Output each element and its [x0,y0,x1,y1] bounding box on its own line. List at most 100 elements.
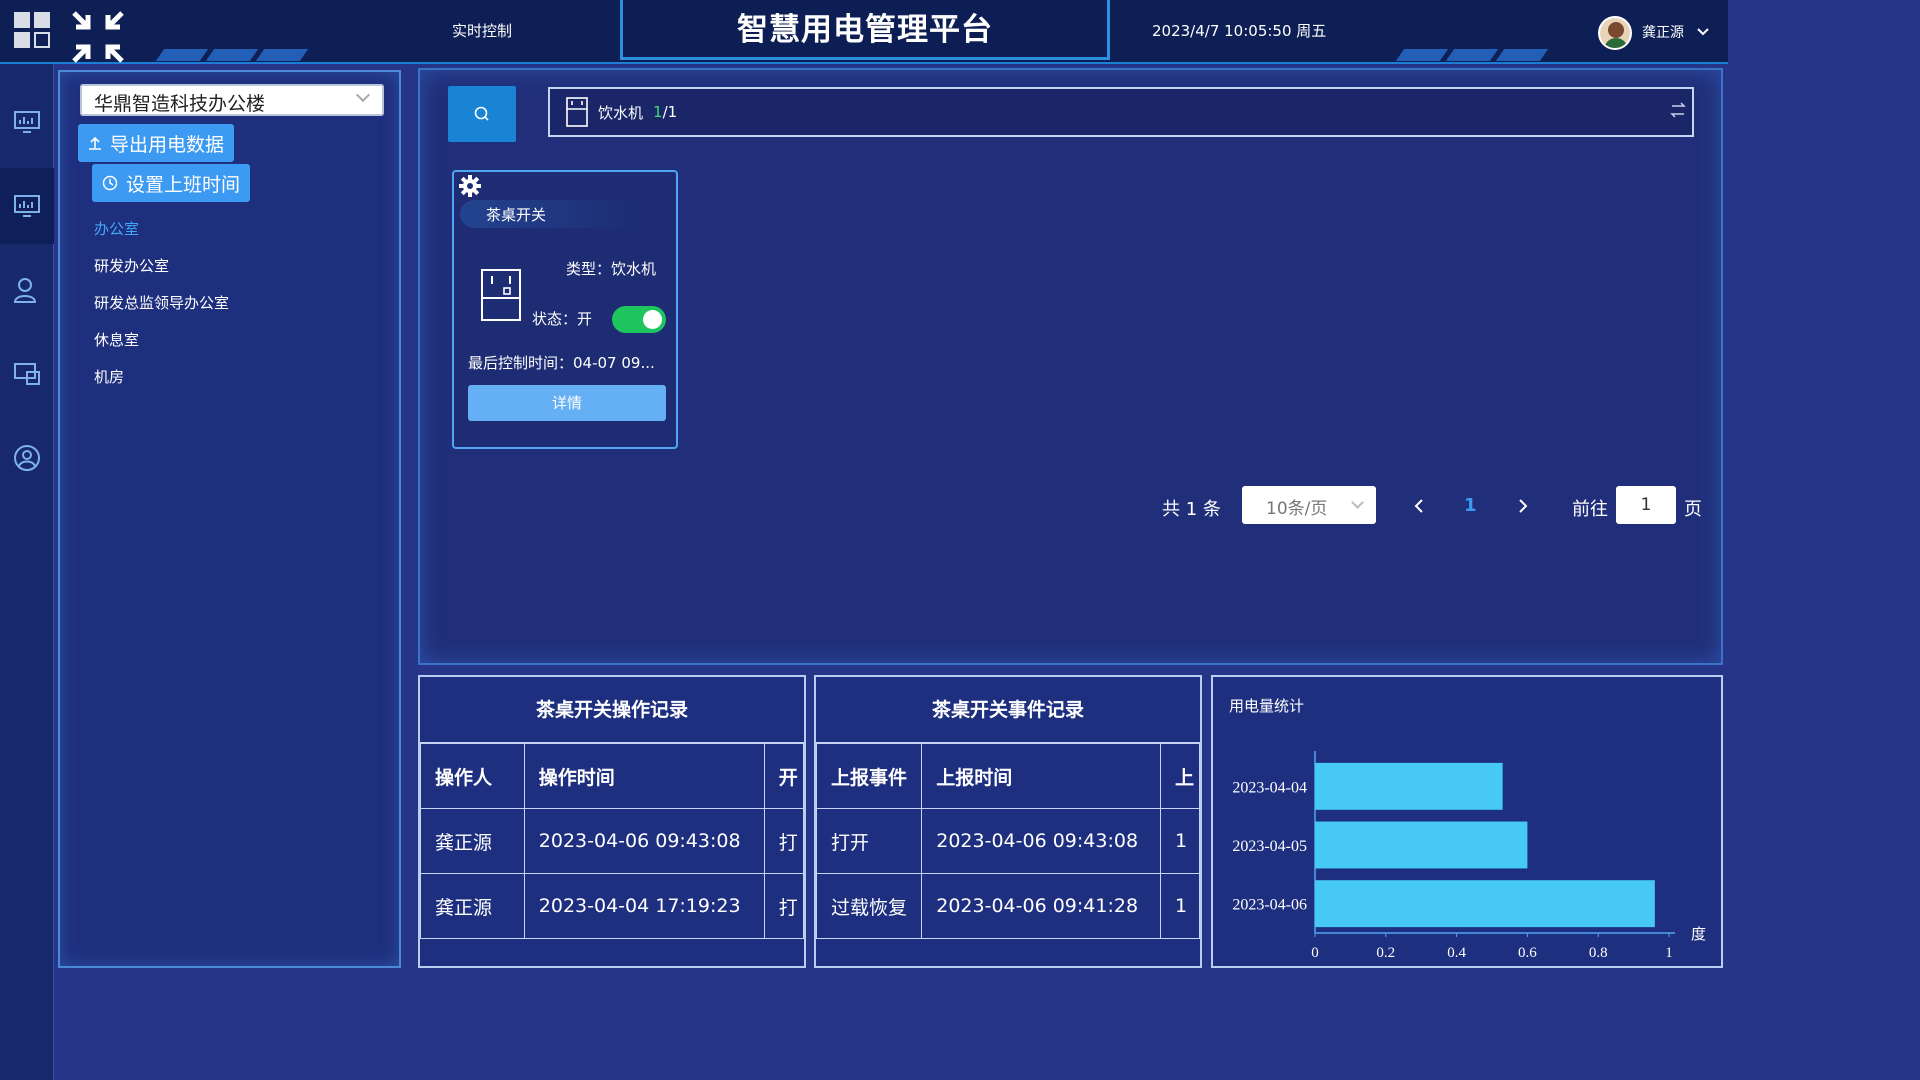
category-label: 2023-04-04 [1232,779,1307,796]
power-toggle[interactable] [612,306,666,333]
rail-account-item[interactable] [0,420,54,496]
operation-log-title: 茶桌开关操作记录 [420,677,804,743]
total-count: 共 1 条 [1162,499,1221,520]
upload-icon [89,136,101,150]
x-tick-label: 0.8 [1589,945,1608,961]
event-log-title: 茶桌开关事件记录 [816,677,1200,743]
category-label: 2023-04-06 [1232,897,1307,914]
column-header: 操作人 [420,743,525,809]
search-button[interactable] [448,86,516,142]
table-cell: 龚正源 [420,873,525,939]
page-unit: 页 [1684,499,1702,520]
rail-control-item[interactable] [0,168,54,244]
rail-users-item[interactable] [0,252,54,328]
search-icon [474,106,489,121]
monitor-chart-icon [14,111,40,133]
header-decoration [155,46,310,61]
column-header: 开 [763,743,804,809]
device-type-text: 类型：饮水机 [566,260,657,278]
rail-devices-item[interactable] [0,336,54,412]
event-log-panel: 茶桌开关事件记录 上报事件 上报时间 上 打开 2023-04-06 09:43… [814,675,1202,968]
set-worktime-label: 设置上班时间 [126,173,241,196]
table-cell: 龚正源 [420,808,525,874]
user-icon [13,278,37,303]
table-cell: 打 [763,808,804,874]
table-row: 打开 2023-04-06 09:43:08 1 [816,808,1200,874]
table-row: 龚正源 2023-04-06 09:43:08 打 [420,808,804,874]
event-log-table: 上报事件 上报时间 上 打开 2023-04-06 09:43:08 1 过载恢… [816,743,1200,939]
category-label: 2023-04-05 [1232,838,1307,855]
column-header: 操作时间 [523,743,765,809]
chart-bar [1315,880,1655,928]
last-control-time: 最后控制时间：04-07 09... [468,354,655,372]
header-decoration [1395,46,1550,61]
collapse-icon[interactable] [70,9,126,65]
table-cell: 打开 [816,808,923,874]
datetime-display: 2023/4/7 10:05:50 周五 [1152,22,1327,40]
tree-item-rd-office[interactable]: 研发办公室 [94,255,169,276]
page-size-select[interactable]: 10条/页 [1242,486,1376,524]
table-cell: 过载恢复 [816,873,923,939]
tree-item-lounge[interactable]: 休息室 [94,329,139,350]
rail-monitor-item[interactable] [0,84,54,160]
device-type-label: 饮水机 [598,103,644,122]
table-cell: 2023-04-06 09:43:08 [523,808,765,874]
chevron-down-icon[interactable] [1696,27,1710,37]
nav-realtime-control[interactable]: 实时控制 [452,20,512,41]
device-status-text: 状态：开 [532,310,593,328]
account-icon [14,445,40,471]
tree-item-office[interactable]: 办公室 [94,218,139,239]
switch-view-icon[interactable] [1670,101,1686,119]
prev-page-icon[interactable] [1412,498,1426,514]
x-tick-label: 1 [1665,945,1673,961]
table-cell: 2023-04-04 17:19:23 [523,873,765,939]
x-tick-label: 0.4 [1447,945,1466,961]
device-filter-bar[interactable]: 饮水机 1/1 [548,87,1694,137]
clock-icon [102,175,118,191]
column-header: 上报时间 [921,743,1161,809]
avatar[interactable] [1598,16,1632,50]
tree-item-server-room[interactable]: 机房 [94,366,124,387]
operation-log-table: 操作人 操作时间 开 龚正源 2023-04-06 09:43:08 打 龚正源… [420,743,804,939]
export-data-button[interactable]: 导出用电数据 [78,124,235,162]
table-cell: 打 [763,873,804,939]
top-header: 实时控制 智慧用电管理平台 2023/4/7 10:05:50 周五 龚正源 [0,0,1728,64]
device-count: 1/1 [653,103,678,121]
table-cell: 1 [1159,808,1200,874]
current-page[interactable]: 1 [1464,495,1477,516]
gear-icon[interactable] [458,174,482,198]
tree-item-director-office[interactable]: 研发总监领导办公室 [94,292,229,313]
column-header: 上 [1159,743,1200,809]
devices-icon [14,363,40,385]
column-header: 上报事件 [816,743,923,809]
usage-bar-chart: 2023-04-04 2023-04-05 2023-04-06 0 0.2 0.4 0.6… [1232,751,1706,961]
table-header-row: 上报事件 上报时间 上 [816,743,1200,809]
device-name: 茶桌开关 [460,200,640,228]
water-dispenser-icon [566,97,588,127]
x-tick-label: 0 [1311,945,1319,961]
building-select[interactable]: 华鼎智造科技办公楼 [80,84,384,116]
water-dispenser-icon [481,269,521,321]
table-row: 龚正源 2023-04-04 17:19:23 打 [420,873,804,939]
x-tick-label: 0.6 [1518,945,1537,961]
user-name[interactable]: 龚正源 [1642,22,1684,42]
goto-label: 前往 [1572,499,1608,520]
apps-grid-icon[interactable] [14,12,54,52]
table-cell: 2023-04-06 09:43:08 [921,808,1161,874]
table-cell: 2023-04-06 09:41:28 [921,873,1161,939]
set-worktime-button[interactable]: 设置上班时间 [92,164,251,202]
table-cell: 1 [1159,873,1200,939]
table-header-row: 操作人 操作时间 开 [420,743,804,809]
side-rail [0,64,54,1080]
page-title: 智慧用电管理平台 [737,12,993,48]
chart-bar [1315,762,1503,810]
export-data-label: 导出用电数据 [110,133,225,156]
location-panel: 华鼎智造科技办公楼 导出用电数据 设置上班时间 办公室 研发办公室 研发总监领导… [58,70,401,968]
usage-chart-panel: 用电量统计 2023-04-04 2023-04-05 2023-04-06 0 0.2… [1211,675,1723,968]
device-panel: 饮水机 1/1 茶桌开关 类型：饮水机 状态：开 最后控制时间：04-07 09… [418,68,1723,665]
monitor-control-icon [14,195,40,217]
detail-button[interactable]: 详情 [468,385,666,421]
goto-page-input[interactable]: 1 [1616,486,1676,524]
chart-bar [1315,821,1528,869]
next-page-icon[interactable] [1516,498,1530,514]
